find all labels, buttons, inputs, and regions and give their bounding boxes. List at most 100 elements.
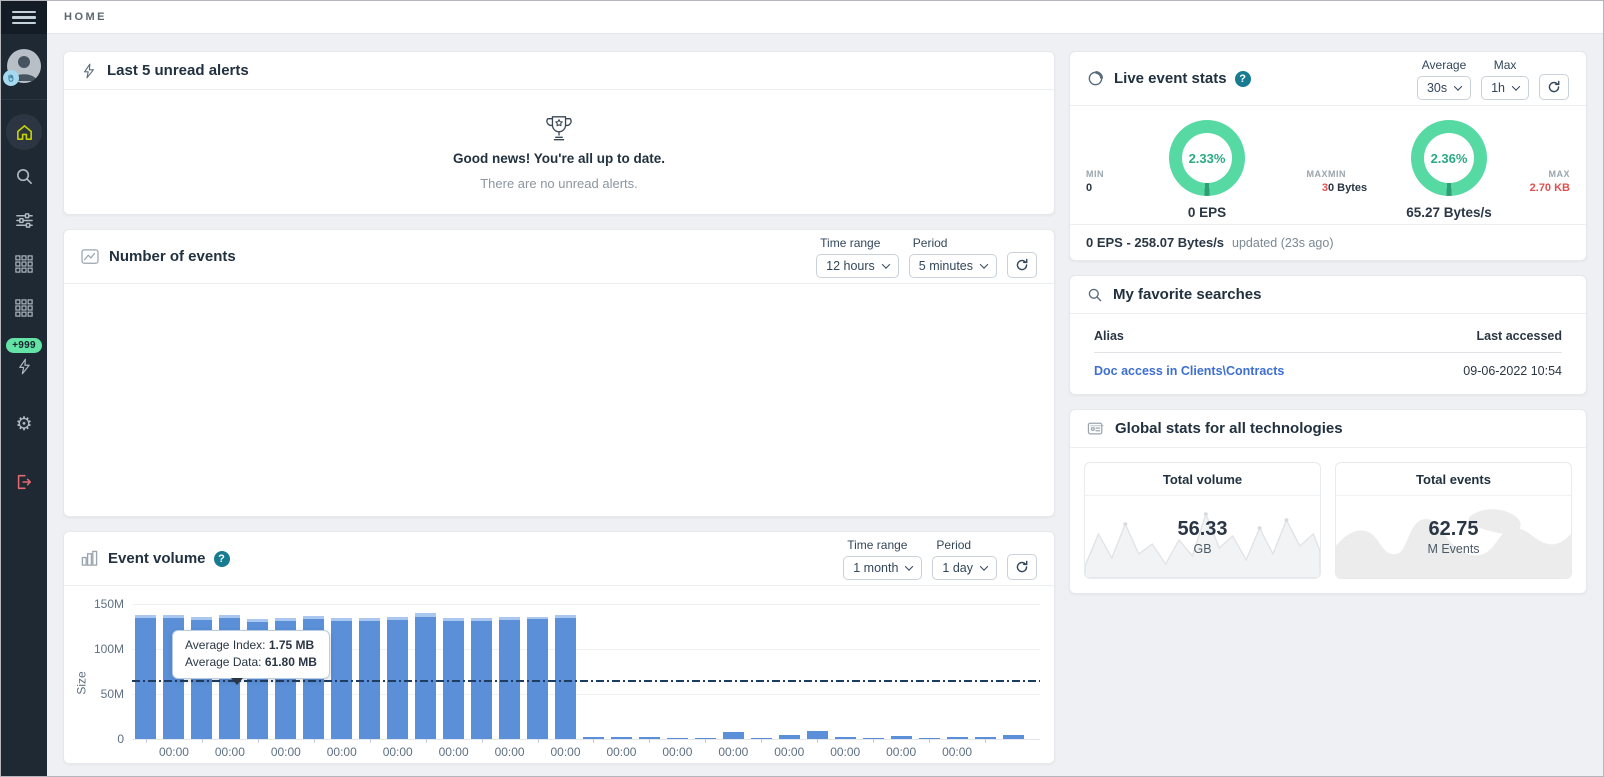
x-tick-mark [426, 739, 427, 743]
max-value: 2.70 KB [1530, 182, 1570, 194]
x-tick-label: 00:00 [830, 745, 860, 759]
help-icon[interactable]: ? [214, 551, 230, 567]
main-content: Last 5 unread alerts Good news! You're a… [47, 34, 1603, 776]
refresh-button[interactable] [1007, 252, 1037, 278]
avatar[interactable] [7, 49, 41, 83]
eps-gauge: MIN 0 2.33% 0 EPS MAX 3 [1086, 120, 1328, 220]
hand-badge-icon [3, 70, 19, 86]
help-icon[interactable]: ? [1235, 71, 1251, 87]
live-event-stats-card: Live event stats ? Average 30s Max [1069, 51, 1587, 261]
x-tick-label: 00:00 [215, 745, 245, 759]
period-select[interactable]: 1 day [932, 556, 997, 580]
time-range-select[interactable]: 12 hours [816, 254, 899, 278]
x-tick-mark [314, 739, 315, 743]
menu-icon[interactable] [1, 1, 47, 34]
x-tick-mark [370, 739, 371, 743]
tile-unit: GB [1193, 542, 1211, 556]
chevron-down-icon [882, 260, 890, 268]
average-line [132, 680, 1040, 682]
sidebar-item-home[interactable] [6, 114, 42, 150]
global-stats-card: Global stats for all technologies Total … [1069, 409, 1587, 594]
card-title: Last 5 unread alerts [107, 62, 249, 79]
sidebar-item-modules[interactable] [6, 290, 42, 326]
volume-bar[interactable] [499, 617, 520, 739]
card-title: Live event stats [1114, 70, 1227, 87]
x-tick-mark [482, 739, 483, 743]
trophy-icon [543, 114, 575, 142]
gridline [132, 604, 1040, 605]
sidebar-item-search[interactable] [6, 158, 42, 194]
volume-bar[interactable] [331, 618, 352, 739]
x-tick-label: 00:00 [159, 745, 189, 759]
sidebar-item-alerts[interactable] [6, 348, 42, 384]
time-range-select[interactable]: 1 month [843, 556, 922, 580]
bytes-donut-chart: 2.36% [1411, 120, 1487, 196]
time-range-label: Time range [847, 538, 922, 552]
refresh-icon [1015, 258, 1029, 272]
x-tick-mark [929, 739, 930, 743]
sidebar-item-settings[interactable]: ⚙ [6, 406, 42, 442]
card-title: Number of events [109, 248, 236, 265]
max-select[interactable]: 1h [1481, 76, 1529, 100]
event-volume-card: Event volume ? Time range 1 month Period [63, 531, 1055, 764]
volume-bar[interactable] [527, 617, 548, 739]
x-tick-mark [202, 739, 203, 743]
max-label: MAX [1307, 169, 1329, 179]
y-tick-label: 150M [94, 597, 124, 611]
max-label: Max [1494, 58, 1517, 72]
sidebar-item-filters[interactable] [6, 202, 42, 238]
gear-icon: ⚙ [15, 415, 32, 434]
average-select[interactable]: 30s [1417, 76, 1471, 100]
sidebar-item-apps[interactable] [6, 246, 42, 282]
volume-bar[interactable] [443, 618, 464, 739]
volume-bar[interactable] [723, 732, 744, 739]
gauge-percent: 2.36% [1411, 120, 1487, 196]
x-tick-label: 00:00 [718, 745, 748, 759]
sidebar: +999 ⚙ [1, 1, 47, 776]
app-window: +999 ⚙ HOME [1, 1, 1603, 776]
total-volume-tile: Total volume 56.3 [1084, 462, 1321, 579]
card-title: Event volume [108, 550, 206, 567]
x-tick-mark [649, 739, 650, 743]
live-stats-footer: 0 EPS - 258.07 Bytes/s updated (23s ago) [1070, 224, 1586, 260]
breadcrumb[interactable]: HOME [64, 11, 107, 23]
favorites-table: Alias Last accessed Doc access in Client… [1070, 314, 1586, 394]
tile-unit: M Events [1427, 542, 1479, 556]
volume-bar[interactable] [555, 615, 576, 739]
period-select[interactable]: 5 minutes [909, 254, 997, 278]
x-tick-mark [593, 739, 594, 743]
min-label: MIN [1328, 169, 1374, 179]
max-label: MAX [1549, 169, 1571, 179]
volume-bar[interactable] [135, 615, 156, 739]
tooltip-arrow-icon [231, 678, 243, 685]
volume-bar[interactable] [387, 617, 408, 739]
total-events-tile: Total events 62.75 M Events [1335, 462, 1572, 579]
x-tick-label: 00:00 [383, 745, 413, 759]
column-header-alias: Alias [1094, 329, 1124, 343]
volume-chart: Size 150M100M50M0 Average Index: 1.75 MB… [64, 586, 1054, 763]
card-title: My favorite searches [1113, 286, 1261, 303]
sidebar-nav: +999 ⚙ [1, 100, 47, 508]
x-tick-label: 00:00 [942, 745, 972, 759]
y-tick-label: 50M [101, 687, 124, 701]
footer-rate-value: 0 EPS - 258.07 Bytes/s [1086, 235, 1224, 250]
home-icon [15, 123, 34, 142]
min-value: 0 Bytes [1328, 182, 1374, 194]
x-tick-label: 00:00 [271, 745, 301, 759]
favorite-search-link[interactable]: Doc access in Clients\Contracts [1094, 364, 1284, 378]
search-icon [15, 167, 34, 186]
volume-bar[interactable] [471, 618, 492, 739]
events-chart-area [64, 284, 1054, 516]
x-tick-mark [705, 739, 706, 743]
x-tick-mark [761, 739, 762, 743]
gauge-caption: 0 EPS [1188, 205, 1226, 220]
refresh-button[interactable] [1007, 554, 1037, 580]
volume-bar[interactable] [807, 731, 828, 739]
tech-card-icon [1087, 421, 1105, 437]
volume-bar[interactable] [359, 618, 380, 739]
refresh-button[interactable] [1539, 74, 1569, 100]
volume-chart-plot[interactable]: Average Index: 1.75 MB Average Data: 61.… [132, 604, 1040, 739]
sidebar-item-logout[interactable] [6, 464, 42, 500]
volume-bar[interactable] [415, 613, 436, 739]
tile-label: Total events [1336, 463, 1571, 496]
